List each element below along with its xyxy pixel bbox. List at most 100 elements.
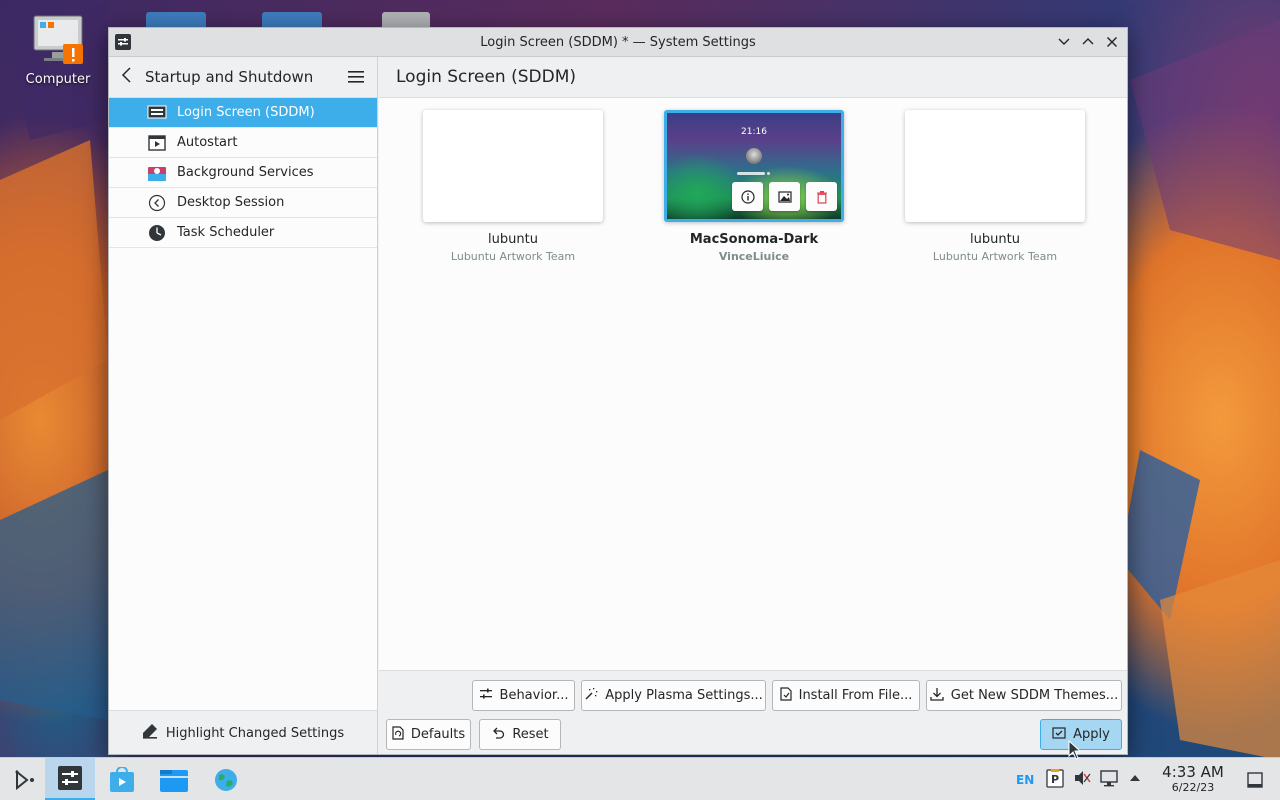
preview-clock: 21:16 — [741, 127, 767, 137]
volume-muted-icon[interactable] — [1073, 769, 1091, 791]
install-from-file-label: Install From File... — [798, 688, 913, 703]
highlighter-icon — [142, 723, 158, 743]
window-titlebar[interactable]: Login Screen (SDDM) * — System Settings — [109, 28, 1127, 57]
info-icon[interactable] — [732, 182, 763, 211]
window-title: Login Screen (SDDM) * — System Settings — [480, 34, 756, 50]
taskbar-system-settings[interactable] — [45, 758, 95, 800]
theme-card[interactable]: lubuntu Lubuntu Artwork Team — [905, 110, 1085, 263]
sparkle-icon — [584, 687, 598, 705]
desktop-folder-icon[interactable] — [262, 12, 322, 28]
get-new-sddm-themes-button[interactable]: Get New SDDM Themes... — [926, 680, 1122, 711]
apply-plasma-settings-button[interactable]: Apply Plasma Settings... — [581, 680, 766, 711]
theme-preview[interactable] — [423, 110, 603, 222]
globe-icon — [215, 768, 237, 791]
sliders-icon — [479, 687, 493, 705]
application-launcher-icon[interactable] — [0, 758, 50, 800]
theme-actions — [732, 182, 837, 211]
window-controls — [1055, 33, 1121, 51]
background-services-icon — [147, 164, 167, 182]
highlight-changed-settings-button[interactable]: Highlight Changed Settings — [109, 710, 377, 754]
sidebar-item-label: Login Screen (SDDM) — [177, 105, 315, 120]
clipboard-p-icon[interactable]: P — [1046, 768, 1064, 792]
theme-preview[interactable]: 21:16 — [664, 110, 844, 222]
clock-date: 6/22/23 — [1171, 781, 1215, 794]
network-icon[interactable] — [1100, 769, 1118, 791]
reset-label: Reset — [512, 727, 549, 742]
maximize-icon[interactable] — [1079, 33, 1097, 51]
sidebar-item-login-screen[interactable]: Login Screen (SDDM) — [109, 98, 377, 128]
sidebar-item-label: Background Services — [177, 165, 314, 180]
close-icon[interactable] — [1103, 33, 1121, 51]
image-preview-icon[interactable] — [769, 182, 800, 211]
system-tray: EN P — [1016, 758, 1141, 800]
sidebar-header: Startup and Shutdown — [109, 57, 377, 98]
digital-clock[interactable]: 4:33 AM 6/22/23 — [1158, 763, 1228, 794]
autostart-icon — [147, 134, 167, 152]
minimize-icon[interactable] — [1055, 33, 1073, 51]
document-defaults-icon — [392, 725, 404, 744]
page-title: Login Screen (SDDM) — [396, 67, 577, 87]
system-settings-icon — [58, 766, 82, 790]
main-panel: Login Screen (SDDM) lubuntu Lubuntu Artw… — [379, 57, 1127, 754]
discover-store-icon — [110, 766, 134, 792]
defaults-label: Defaults — [410, 727, 466, 742]
keyboard-layout-indicator[interactable]: EN — [1016, 773, 1036, 787]
sidebar-item-label: Desktop Session — [177, 195, 285, 210]
login-screen-icon — [147, 104, 167, 122]
defaults-button[interactable]: Defaults — [386, 719, 471, 750]
svg-text:P: P — [1051, 773, 1059, 786]
preview-avatar — [746, 148, 762, 164]
sidebar-item-label: Task Scheduler — [177, 225, 275, 240]
folder-icon — [160, 769, 188, 792]
theme-author: Lubuntu Artwork Team — [932, 250, 1058, 263]
trash-icon[interactable] — [806, 182, 837, 211]
main-header: Login Screen (SDDM) — [379, 57, 1127, 98]
sidebar-item-desktop-session[interactable]: Desktop Session — [109, 188, 377, 218]
theme-grid: lubuntu Lubuntu Artwork Team 21:16 MacSo… — [379, 98, 1127, 670]
tray-expand-arrow-icon[interactable] — [1129, 772, 1141, 787]
back-arrow-icon[interactable] — [121, 67, 137, 87]
action-bar: Behavior... Apply Plasma Settings... Ins… — [379, 670, 1127, 754]
undo-icon — [491, 726, 505, 744]
theme-name: MacSonoma-Dark — [689, 232, 819, 247]
taskbar: EN P 4:33 AM 6/22/23 — [0, 757, 1280, 800]
taskbar-discover[interactable] — [97, 758, 147, 800]
apply-plasma-settings-label: Apply Plasma Settings... — [605, 688, 763, 703]
preview-password-field — [737, 172, 765, 175]
desktop-folder-icon[interactable] — [146, 12, 206, 28]
theme-author: Lubuntu Artwork Team — [450, 250, 576, 263]
computer-warning-icon — [33, 15, 83, 64]
sidebar: Startup and Shutdown Login Screen (SDDM)… — [109, 57, 378, 754]
theme-preview[interactable] — [905, 110, 1085, 222]
install-from-file-button[interactable]: Install From File... — [772, 680, 920, 711]
taskbar-web-browser[interactable] — [201, 758, 251, 800]
behavior-button[interactable]: Behavior... — [472, 680, 575, 711]
document-install-icon — [780, 686, 792, 705]
sidebar-item-autostart[interactable]: Autostart — [109, 128, 377, 158]
theme-name: lubuntu — [488, 232, 538, 247]
desktop-session-icon — [147, 194, 167, 212]
theme-card-selected[interactable]: 21:16 MacSonoma-Dark VinceLiuice — [664, 110, 844, 263]
reset-button[interactable]: Reset — [479, 719, 561, 750]
behavior-label: Behavior... — [499, 688, 569, 703]
desktop-icon-label: Computer — [25, 72, 91, 87]
mouse-cursor-icon — [1068, 740, 1082, 760]
highlight-changed-settings-label: Highlight Changed Settings — [165, 725, 345, 741]
sidebar-item-label: Autostart — [177, 135, 238, 150]
taskbar-file-manager[interactable] — [149, 758, 199, 800]
theme-card[interactable]: lubuntu Lubuntu Artwork Team — [423, 110, 603, 263]
system-settings-app-icon[interactable] — [115, 34, 131, 50]
sidebar-item-task-scheduler[interactable]: Task Scheduler — [109, 218, 377, 248]
get-new-sddm-themes-label: Get New SDDM Themes... — [950, 688, 1119, 703]
theme-author: VinceLiuice — [718, 250, 790, 263]
download-icon — [930, 687, 944, 705]
sidebar-item-background-services[interactable]: Background Services — [109, 158, 377, 188]
apply-icon — [1052, 726, 1066, 744]
trash-icon[interactable] — [382, 12, 430, 28]
desktop-icon-computer[interactable]: Computer — [18, 12, 98, 87]
preview-password-dot — [767, 172, 770, 175]
task-scheduler-icon — [147, 224, 167, 242]
hamburger-menu-icon[interactable] — [347, 69, 365, 89]
system-settings-window: Login Screen (SDDM) * — System Settings … — [108, 27, 1128, 755]
show-desktop-icon[interactable] — [1240, 758, 1270, 800]
